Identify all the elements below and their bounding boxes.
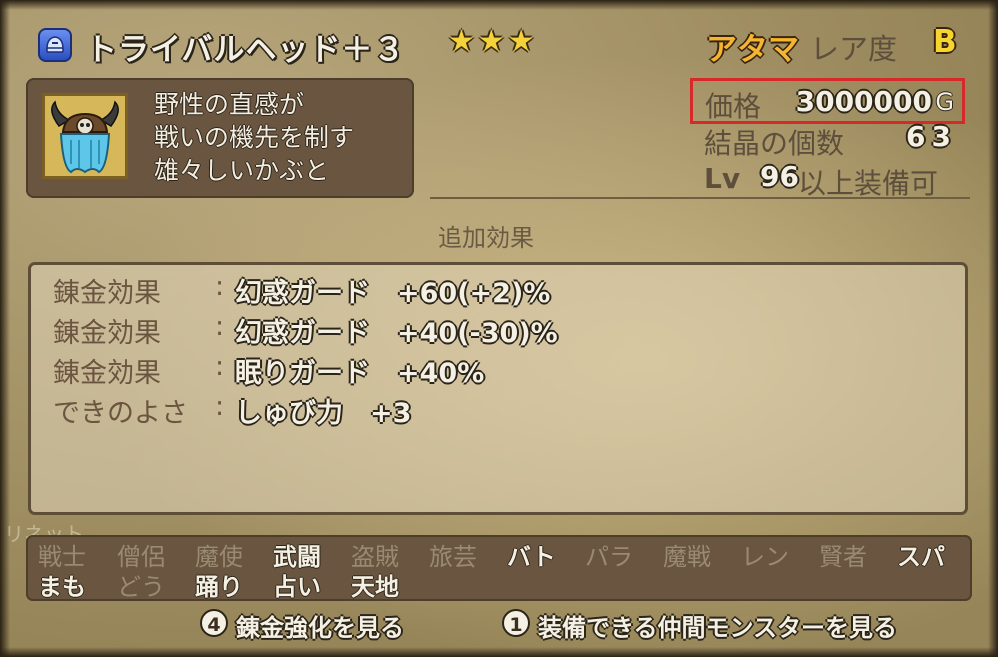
- frame-edge-left: [0, 0, 10, 657]
- description-line: 雄々しいかぶと: [154, 156, 330, 185]
- effect-separator: :: [215, 311, 225, 342]
- job-label: まも: [38, 573, 86, 601]
- job-label: パラ: [585, 543, 633, 571]
- effect-value: しゅび力 +3: [235, 398, 412, 429]
- rarity-label: レア度: [810, 32, 898, 66]
- item-description-panel: 野性の直感が 戦いの機先を制す 雄々しいかぶと: [26, 78, 414, 198]
- item-name: トライバルヘッド＋３: [86, 32, 406, 68]
- alchemy-view-hint[interactable]: 4 錬金強化を見る: [200, 608, 460, 642]
- hint-label: 錬金強化を見る: [236, 614, 404, 642]
- job-label: 魔戦: [663, 543, 711, 571]
- item-title-row: トライバルヘッド＋３ ★★★ アタマ レア度 B: [38, 24, 968, 68]
- job-label: 占い: [273, 573, 321, 601]
- effect-value: 幻惑ガード +40(-30)%: [235, 318, 558, 349]
- frame-edge-right: [988, 0, 998, 657]
- monster-equip-hint[interactable]: 1 装備できる仲間モンスターを見る: [502, 608, 962, 642]
- button-1-icon: 1: [502, 609, 530, 637]
- item-detail-window: トライバルヘッド＋３ ★★★ アタマ レア度 B 野性の直感が 戦いの機先を制す…: [0, 0, 998, 657]
- effect-label: 錬金効果: [53, 278, 161, 309]
- effects-heading: 追加効果: [438, 224, 534, 252]
- effect-value: 幻惑ガード +60(+2)%: [235, 278, 551, 309]
- frame-edge-top: [0, 0, 998, 10]
- effect-separator: :: [215, 351, 225, 382]
- job-label: 踊り: [195, 573, 243, 601]
- job-label: 天地: [351, 573, 399, 601]
- level-suffix: 以上装備可: [798, 167, 939, 200]
- effect-label: できのよさ: [53, 398, 188, 429]
- effect-separator: :: [215, 271, 225, 302]
- crystal-count-value: 63: [906, 120, 957, 153]
- effect-value: 眠りガード +40%: [235, 358, 485, 389]
- equipment-slot: アタマ: [706, 32, 799, 68]
- gold-unit: G: [935, 88, 954, 116]
- effect-label: 錬金効果: [53, 318, 161, 349]
- price-label: 価格: [705, 90, 762, 123]
- price-highlight-box: 価格 3000000 G: [690, 78, 965, 124]
- button-4-icon: 4: [200, 609, 228, 637]
- effect-separator: :: [215, 391, 225, 422]
- frame-edge-bottom: [0, 647, 998, 657]
- job-label: レン: [741, 543, 789, 571]
- equippable-jobs-panel: 戦士 僧侶 魔使 武闘 盗賊 旅芸 バト パラ 魔戦 レン 賢者 スパ まも ど…: [26, 535, 972, 601]
- item-description: 野性の直感が 戦いの機先を制す 雄々しいかぶと: [154, 88, 404, 187]
- job-label: 旅芸: [429, 543, 477, 571]
- job-label: 賢者: [819, 543, 867, 571]
- level-prefix: Lv: [704, 162, 741, 195]
- price-value: 3000000: [795, 85, 932, 118]
- job-label: どう: [117, 573, 165, 601]
- job-label: バト: [507, 543, 556, 571]
- section-divider: [430, 197, 970, 199]
- horned-helmet-icon: [42, 93, 128, 179]
- crystal-count-label: 結晶の個数: [704, 127, 845, 160]
- effect-label: 錬金効果: [53, 358, 161, 389]
- helmet-icon: [38, 28, 72, 62]
- rarity-stars: ★★★: [448, 24, 538, 59]
- effects-panel: 錬金効果 : 幻惑ガード +60(+2)% 錬金効果 : 幻惑ガード +40(-…: [28, 262, 968, 515]
- job-label: スパ: [897, 543, 945, 571]
- description-line: 戦いの機先を制す: [154, 123, 355, 152]
- hint-label: 装備できる仲間モンスターを見る: [538, 614, 898, 642]
- description-line: 野性の直感が: [154, 90, 305, 119]
- level-requirement: 96: [760, 160, 799, 193]
- rarity-grade: B: [933, 24, 957, 60]
